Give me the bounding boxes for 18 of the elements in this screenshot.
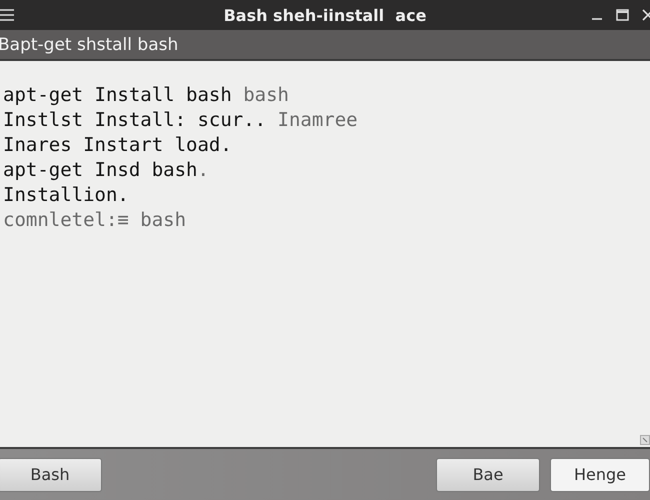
terminal-text: apt-get Insd bash [3,159,198,181]
menu-icon[interactable] [0,9,14,21]
terminal-text: Inares Instart load. [3,134,232,156]
window-title: Bash sheh-iinstall ace [224,6,426,24]
close-icon[interactable] [642,9,650,21]
footer-button[interactable]: Bash [0,458,102,492]
maximize-icon[interactable] [616,9,629,21]
terminal-text: apt-get Install bash [3,84,233,106]
terminal-text: bash [243,84,289,106]
terminal-text: Installion. [3,184,129,206]
footer-button[interactable]: Henge [550,458,650,492]
terminal-text: Instlst Install: scur.. [3,109,268,131]
terminal-text: comnletel:≡ bash [3,209,186,231]
footer-button[interactable]: Bae [436,458,540,492]
resize-grip-icon[interactable] [640,435,650,445]
terminal-text: Inamree [278,109,358,131]
terminal-text: . [197,159,209,181]
command-text: Bapt-get shstall bash [0,34,178,54]
